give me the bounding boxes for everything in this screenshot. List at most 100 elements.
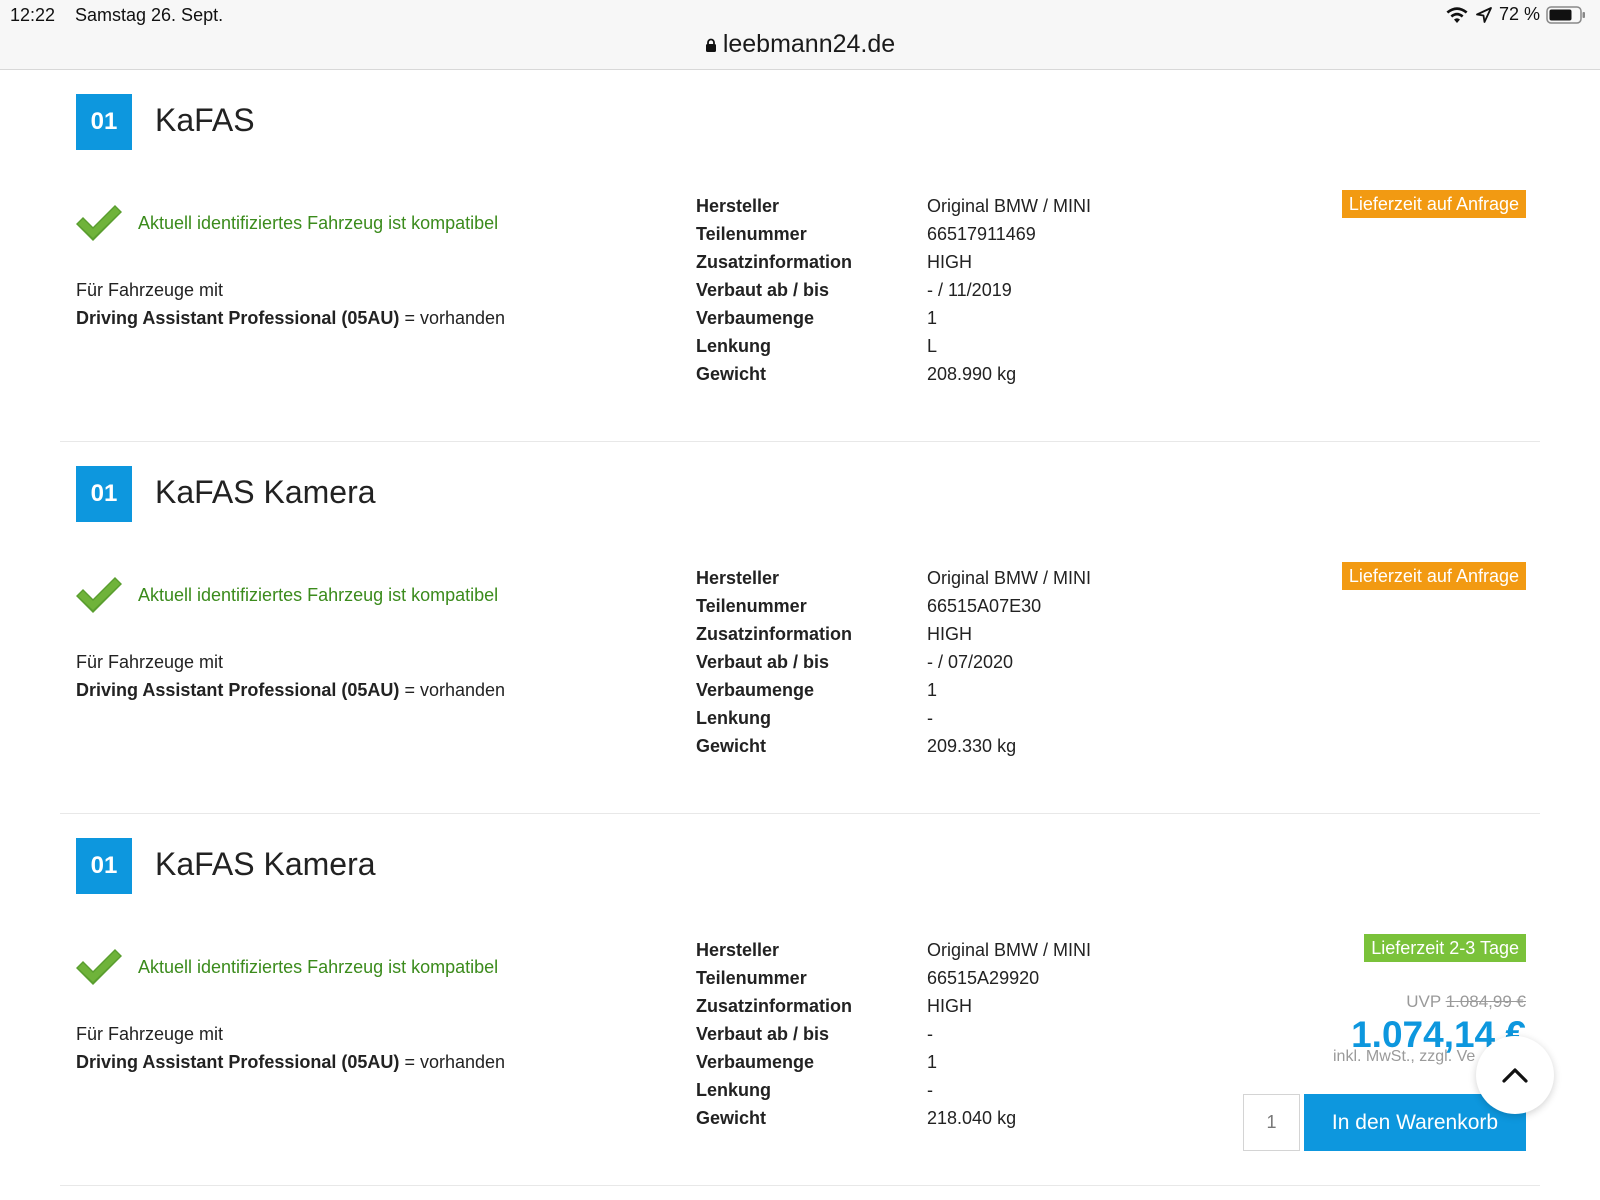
- battery-icon: [1546, 5, 1585, 24]
- spec-value: 218.040 kg: [927, 1108, 1017, 1128]
- spec-label: Hersteller: [696, 196, 780, 216]
- spec-row: Gewicht 208.990 kg: [696, 360, 1091, 388]
- spec-value: Original BMW / MINI: [927, 196, 1092, 216]
- spec-row: Verbaut ab / bis - / 11/2019: [696, 276, 1091, 304]
- spec-row: Lenkung L: [696, 332, 1091, 360]
- url-bar[interactable]: leebmann24.de: [0, 30, 1600, 59]
- status-right: 72 %: [1445, 4, 1586, 25]
- spec-value: -: [927, 708, 933, 728]
- spec-label: Verbaumenge: [696, 1052, 815, 1072]
- spec-value: 1: [927, 1052, 938, 1072]
- spec-row: Gewicht 218.040 kg: [696, 1104, 1091, 1132]
- uvp-label: UVP: [1406, 992, 1441, 1011]
- spec-row: Gewicht 209.330 kg: [696, 732, 1091, 760]
- delivery-badge: Lieferzeit auf Anfrage: [1341, 562, 1526, 590]
- status-date: Samstag 26. Sept.: [75, 5, 224, 25]
- spec-row: Hersteller Original BMW / MINI: [696, 192, 1091, 220]
- spec-label: Verbaumenge: [696, 308, 815, 328]
- spec-label: Verbaut ab / bis: [696, 1024, 830, 1044]
- product-title[interactable]: KaFAS Kamera: [155, 846, 376, 883]
- url-domain: leebmann24.de: [722, 30, 896, 58]
- quantity-badge: 01: [76, 466, 132, 522]
- spec-table: Hersteller Original BMW / MINI Teilenumme…: [696, 564, 1091, 760]
- spec-value: 66515A29920: [927, 968, 1040, 988]
- delivery-badge: Lieferzeit auf Anfrage: [1341, 190, 1526, 218]
- product-card: 01 KaFAS Kamera Aktuell identifiziertes …: [60, 814, 1540, 1186]
- compatibility-text: Aktuell identifiziertes Fahrzeug ist kom…: [138, 584, 499, 605]
- compatibility-text: Aktuell identifiziertes Fahrzeug ist kom…: [138, 212, 499, 233]
- vehicle-requirement-label: Für Fahrzeuge mit: [76, 280, 224, 300]
- vehicle-feature: Driving Assistant Professional (05AU) = …: [76, 1052, 505, 1073]
- spec-value: -: [927, 1024, 933, 1044]
- spec-row: Zusatzinformation HIGH: [696, 620, 1091, 648]
- spec-row: Verbaumenge 1: [696, 1048, 1091, 1076]
- scroll-top-button[interactable]: [1476, 1036, 1554, 1114]
- spec-table: Hersteller Original BMW / MINI Teilenumme…: [696, 192, 1091, 388]
- status-bar: 12:22 Samstag 26. Sept. 72 % leebmann24.…: [0, 0, 1600, 70]
- spec-value: - / 07/2020: [927, 652, 1014, 672]
- wifi-icon: [1446, 6, 1468, 23]
- spec-row: Hersteller Original BMW / MINI: [696, 564, 1091, 592]
- spec-table: Hersteller Original BMW / MINI Teilenumme…: [696, 936, 1091, 1132]
- spec-row: Zusatzinformation HIGH: [696, 248, 1091, 276]
- checkmark-icon: [76, 577, 122, 613]
- vehicle-feature: Driving Assistant Professional (05AU) = …: [76, 680, 505, 701]
- location-icon: [1476, 6, 1492, 23]
- spec-value: 1: [927, 308, 938, 328]
- spec-row: Lenkung -: [696, 704, 1091, 732]
- vehicle-requirement-label: Für Fahrzeuge mit: [76, 652, 224, 672]
- spec-value: HIGH: [927, 624, 972, 644]
- product-card: 01 KaFAS Aktuell identifiziertes Fahrzeu…: [60, 70, 1540, 442]
- spec-label: Hersteller: [696, 568, 780, 588]
- spec-value: 208.990 kg: [927, 364, 1017, 384]
- spec-value: Original BMW / MINI: [927, 940, 1092, 960]
- lock-icon: [705, 38, 716, 52]
- spec-value: 1: [927, 680, 938, 700]
- quantity-badge: 01: [76, 838, 132, 894]
- spec-row: Teilenummer 66515A07E30: [696, 592, 1091, 620]
- delivery-badge: Lieferzeit 2-3 Tage: [1364, 934, 1526, 962]
- spec-label: Zusatzinformation: [696, 252, 852, 272]
- spec-row: Zusatzinformation HIGH: [696, 992, 1091, 1020]
- quantity-badge: 01: [76, 94, 132, 150]
- checkmark-icon: [76, 949, 122, 985]
- spec-value: HIGH: [927, 996, 972, 1016]
- spec-value: L: [927, 336, 938, 356]
- spec-label: Teilenummer: [696, 224, 807, 244]
- feature-name: Driving Assistant Professional (05AU): [76, 1052, 400, 1072]
- product-title[interactable]: KaFAS Kamera: [155, 474, 376, 511]
- spec-value: 66515A07E30: [927, 596, 1042, 616]
- spec-value: HIGH: [927, 252, 972, 272]
- chevron-up-icon: [1502, 1068, 1528, 1083]
- spec-label: Hersteller: [696, 940, 780, 960]
- spec-value: Original BMW / MINI: [927, 568, 1092, 588]
- spec-label: Lenkung: [696, 1080, 771, 1100]
- vehicle-requirement-label: Für Fahrzeuge mit: [76, 1024, 224, 1044]
- spec-label: Gewicht: [696, 736, 767, 756]
- quantity-input[interactable]: [1243, 1094, 1300, 1151]
- compatibility-notice: Aktuell identifiziertes Fahrzeug ist kom…: [76, 204, 498, 242]
- spec-label: Verbaumenge: [696, 680, 815, 700]
- spec-label: Teilenummer: [696, 596, 807, 616]
- product-title[interactable]: KaFAS: [155, 102, 255, 139]
- feature-name: Driving Assistant Professional (05AU): [76, 680, 400, 700]
- tax-note[interactable]: inkl. MwSt., zzgl. Ve: [1333, 1048, 1493, 1066]
- compatibility-notice: Aktuell identifiziertes Fahrzeug ist kom…: [76, 948, 498, 986]
- compatibility-notice: Aktuell identifiziertes Fahrzeug ist kom…: [76, 576, 498, 614]
- spec-row: Teilenummer 66515A29920: [696, 964, 1091, 992]
- spec-row: Teilenummer 66517911469: [696, 220, 1091, 248]
- spec-label: Gewicht: [696, 364, 767, 384]
- product-card: 01 KaFAS Kamera Aktuell identifiziertes …: [60, 442, 1540, 814]
- vehicle-feature: Driving Assistant Professional (05AU) = …: [76, 308, 505, 329]
- spec-label: Zusatzinformation: [696, 624, 852, 644]
- checkmark-icon: [76, 205, 122, 241]
- spec-row: Verbaut ab / bis -: [696, 1020, 1091, 1048]
- spec-value: 66517911469: [927, 224, 1036, 244]
- spec-row: Lenkung -: [696, 1076, 1091, 1104]
- spec-label: Zusatzinformation: [696, 996, 852, 1016]
- spec-row: Verbaumenge 1: [696, 676, 1091, 704]
- uvp-value: 1.084,99 €: [1445, 992, 1526, 1011]
- feature-status: = vorhanden: [404, 680, 506, 700]
- uvp-price: UVP 1.084,99 €: [1406, 992, 1526, 1012]
- spec-label: Verbaut ab / bis: [696, 652, 830, 672]
